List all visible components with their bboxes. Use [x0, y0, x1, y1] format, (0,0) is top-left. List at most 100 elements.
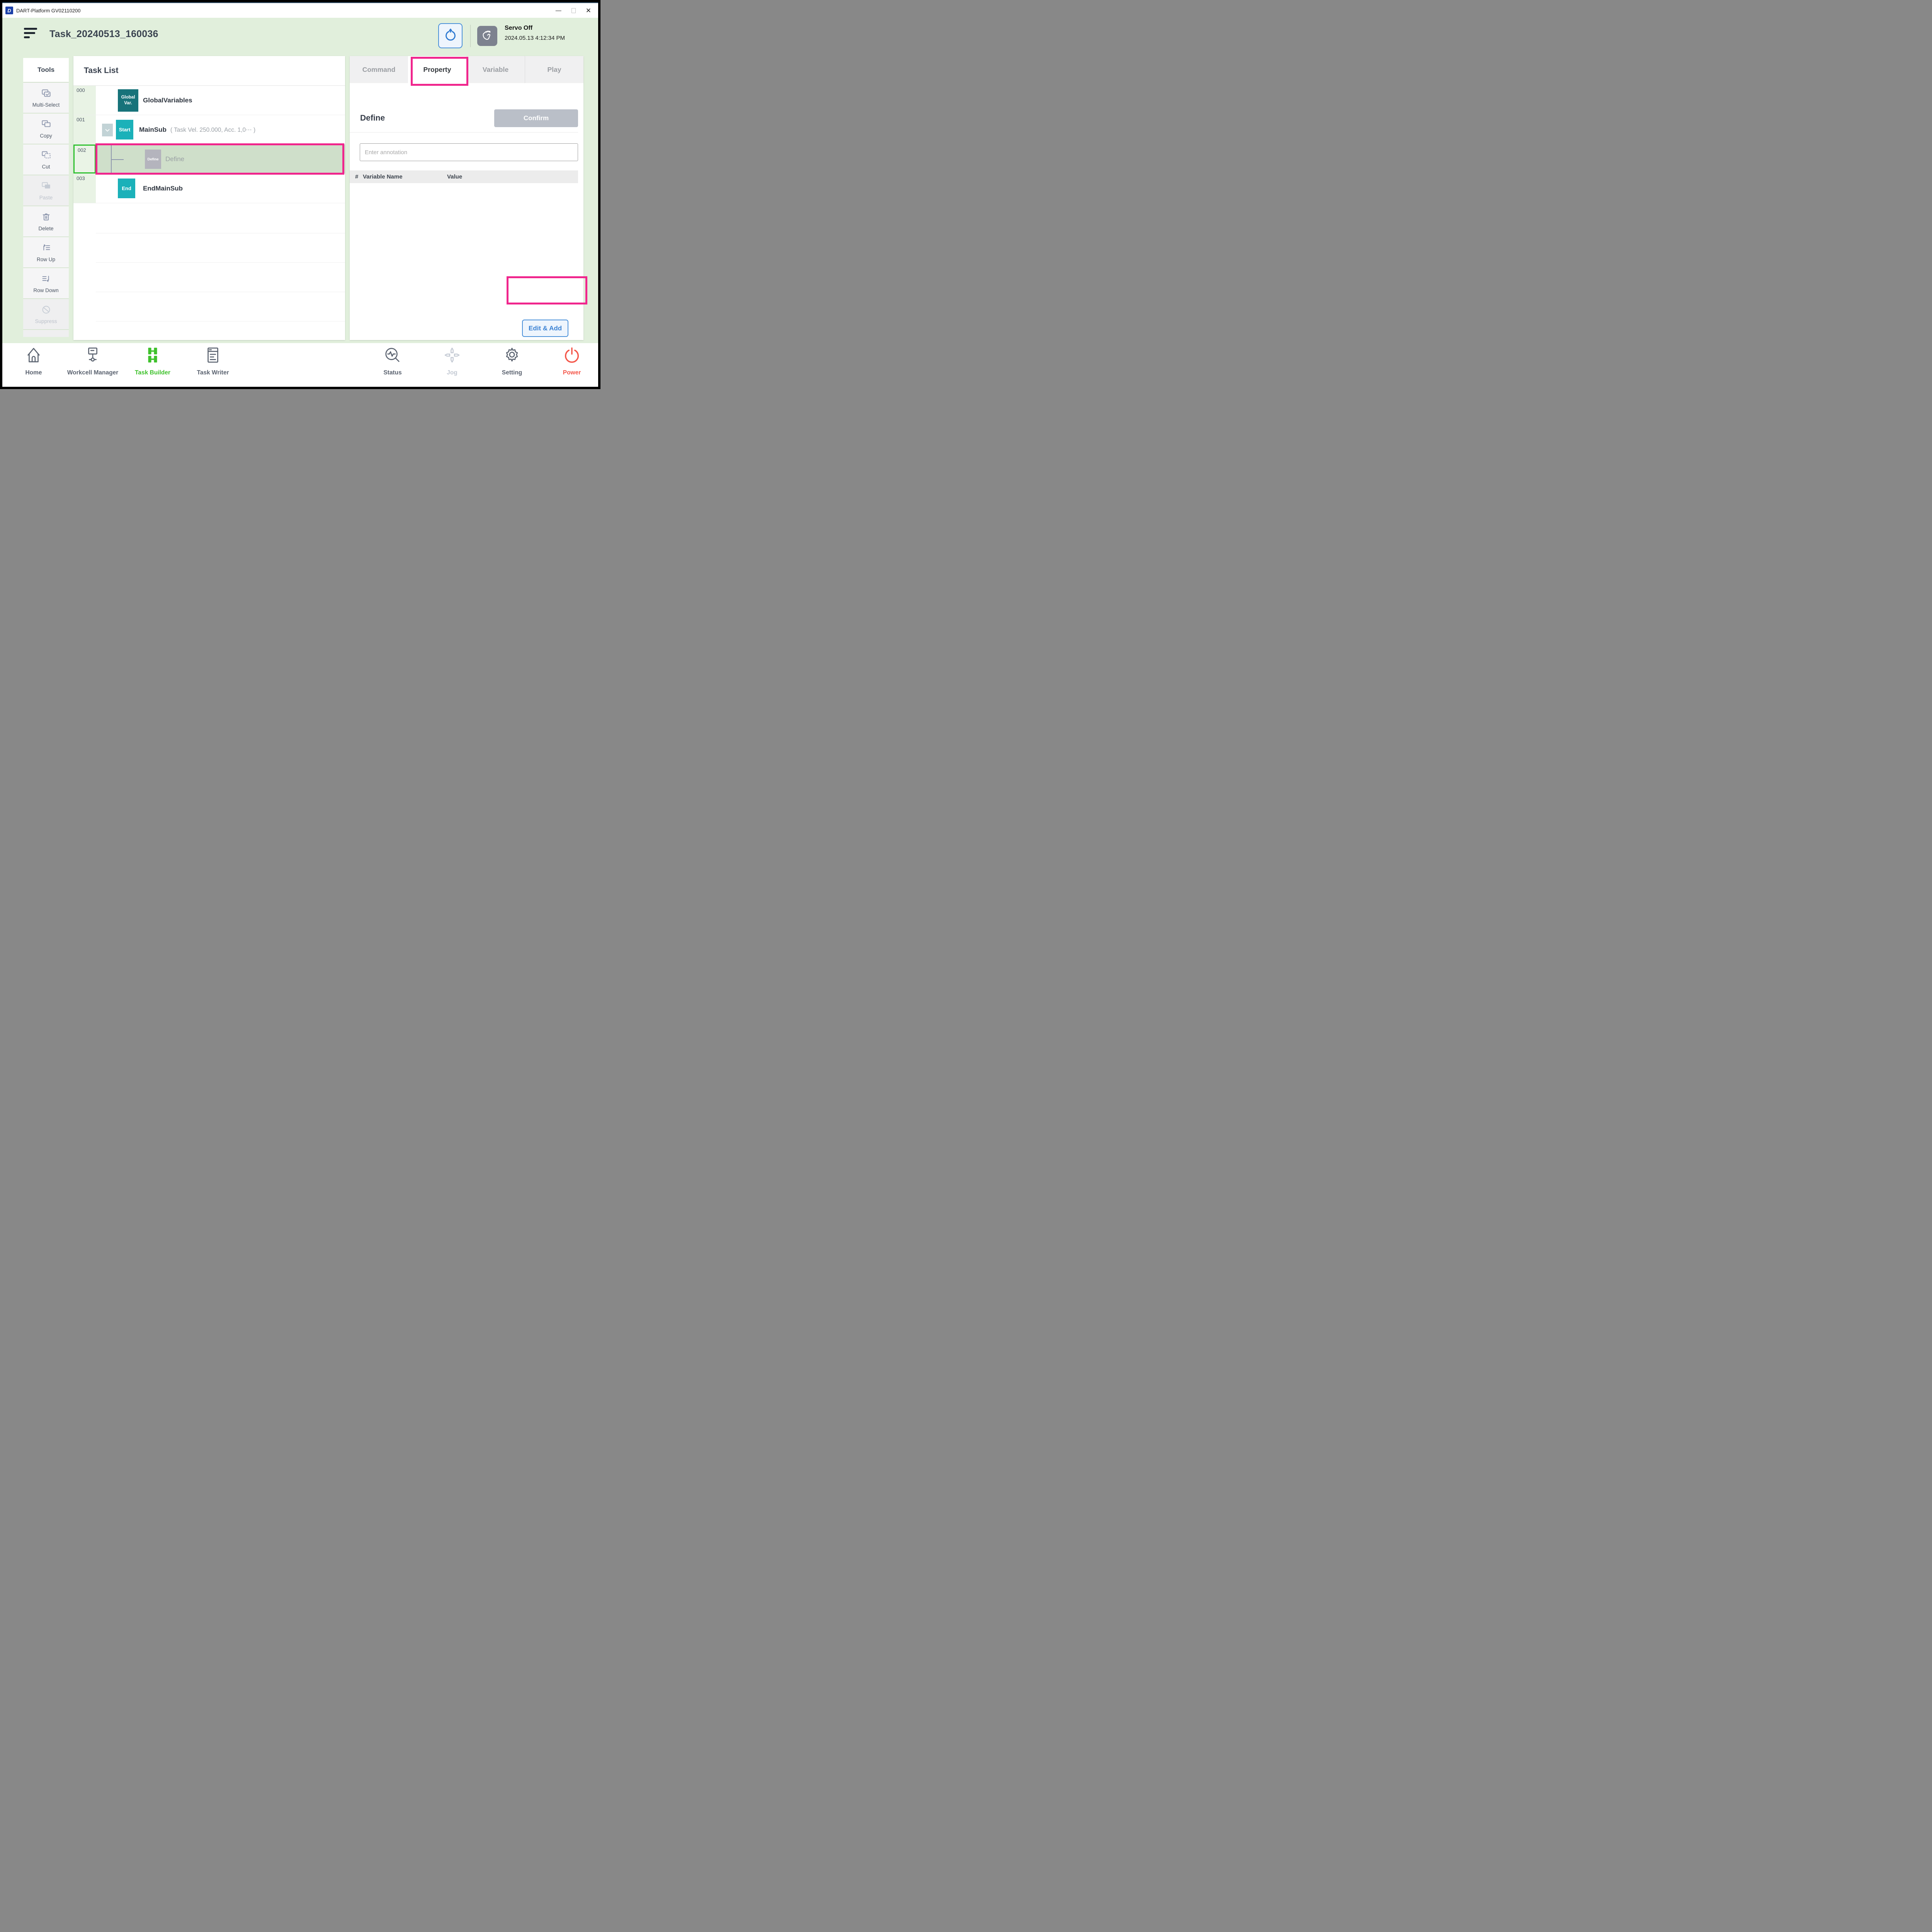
- header-divider: [470, 25, 471, 47]
- copy-button[interactable]: Copy: [23, 114, 69, 144]
- tools-panel-overflow: [23, 330, 69, 337]
- row-down-icon: [41, 274, 51, 286]
- application-window: D DART-Platform GV02110200 — ✕ Task_2024…: [0, 0, 600, 389]
- delete-button[interactable]: Delete: [23, 206, 69, 236]
- row-label: EndMainSub: [143, 185, 183, 192]
- global-var-badge: Global Var.: [118, 89, 138, 112]
- app-body: Task_20240513_160036: [2, 18, 598, 387]
- property-panel: Command Property Variable Play Define Co…: [350, 56, 583, 340]
- tools-title: Tools: [23, 58, 69, 82]
- annotation-input[interactable]: [360, 143, 578, 161]
- home-icon: [25, 346, 43, 366]
- maximize-icon[interactable]: [571, 8, 576, 13]
- gripper-icon: [443, 27, 458, 44]
- task-list-title: Task List: [73, 56, 345, 86]
- panel-tabs: Command Property Variable Play: [350, 56, 583, 83]
- tool-label: Cut: [42, 164, 50, 170]
- section-title: Define: [360, 109, 385, 127]
- robot-mode-button[interactable]: [438, 23, 463, 48]
- nav-home[interactable]: Home: [5, 346, 63, 376]
- tool-label: Multi-Select: [32, 102, 60, 108]
- status-icon: [384, 346, 401, 366]
- tool-label: Row Up: [37, 257, 55, 262]
- tab-property[interactable]: Property: [408, 56, 466, 83]
- define-badge: Define: [145, 150, 161, 169]
- row-down-button[interactable]: Row Down: [23, 268, 69, 298]
- nav-power[interactable]: Power: [543, 346, 598, 376]
- suppress-icon: [41, 304, 51, 317]
- nav-workcell-manager[interactable]: Workcell Manager: [64, 346, 122, 376]
- row-index: 003: [73, 174, 96, 203]
- tool-label: Suppress: [35, 318, 57, 324]
- edit-add-button[interactable]: Edit & Add: [522, 320, 568, 337]
- app-logo-icon: D: [5, 7, 13, 14]
- paste-icon: [41, 181, 51, 193]
- app-header: Task_20240513_160036: [2, 18, 598, 56]
- row-label: Define: [165, 155, 184, 163]
- highlight-edit-add: [507, 276, 587, 304]
- task-row-define[interactable]: 002 Define Define: [73, 145, 345, 174]
- nav-task-builder[interactable]: Task Builder: [124, 346, 182, 376]
- tab-variable[interactable]: Variable: [466, 56, 525, 83]
- row-up-button[interactable]: Row Up: [23, 237, 69, 267]
- row-label: GlobalVariables: [143, 97, 192, 104]
- tool-label: Delete: [38, 226, 53, 231]
- menu-icon[interactable]: [24, 28, 38, 41]
- minimize-icon[interactable]: —: [556, 8, 561, 14]
- tools-panel: Tools Multi-Select Copy: [23, 58, 69, 341]
- suppress-button[interactable]: Suppress: [23, 299, 69, 329]
- start-badge: Start: [116, 120, 133, 139]
- bottom-nav: Home Workcell Manager: [2, 343, 598, 387]
- multi-select-button[interactable]: Multi-Select: [23, 83, 69, 113]
- section-divider: [350, 132, 578, 133]
- jog-icon: [443, 346, 461, 366]
- cut-icon: [41, 150, 51, 162]
- power-icon: [563, 346, 581, 366]
- column-variable-name: Variable Name: [363, 173, 447, 180]
- row-index-selected: 002: [73, 145, 96, 173]
- servo-status: Servo Off: [505, 25, 565, 32]
- page-title: Task_20240513_160036: [49, 29, 158, 40]
- hand-icon: [481, 29, 494, 44]
- column-number: #: [350, 173, 363, 180]
- setting-icon: [503, 346, 521, 366]
- task-row-globalvariables[interactable]: 000 Global Var. GlobalVariables: [73, 86, 345, 115]
- tab-play[interactable]: Play: [525, 56, 583, 83]
- titlebar: D DART-Platform GV02110200 — ✕: [2, 2, 598, 18]
- cut-button[interactable]: Cut: [23, 145, 69, 175]
- timestamp: 2024.05.13 4:12:34 PM: [505, 35, 565, 41]
- column-value: Value: [447, 173, 462, 180]
- copy-icon: [41, 119, 51, 131]
- window-title: DART-Platform GV02110200: [16, 8, 556, 14]
- nav-status[interactable]: Status: [364, 346, 422, 376]
- variable-table-header: # Variable Name Value: [350, 170, 578, 183]
- workcell-manager-icon: [84, 346, 102, 366]
- nav-setting[interactable]: Setting: [483, 346, 541, 376]
- row-up-icon: [41, 243, 51, 255]
- manual-mode-badge[interactable]: [477, 26, 497, 46]
- tool-label: Row Down: [33, 287, 58, 293]
- row-index: 001: [73, 115, 96, 144]
- task-row-endmainsub[interactable]: 003 End EndMainSub: [73, 174, 345, 203]
- task-row-mainsub[interactable]: 001 Start MainSub( Task Vel. 250.000, Ac…: [73, 115, 345, 145]
- task-list-panel: Task List 000 Global Var. GlobalVariable…: [73, 56, 345, 340]
- row-label: MainSub( Task Vel. 250.000, Acc. 1,0⋯ ): [139, 126, 255, 134]
- empty-row-separator: [96, 262, 345, 263]
- row-index: 000: [73, 86, 96, 115]
- multi-select-icon: [41, 88, 51, 100]
- collapse-chevron-button[interactable]: [102, 124, 113, 136]
- nav-jog[interactable]: Jog: [423, 346, 481, 376]
- confirm-button[interactable]: Confirm: [494, 109, 578, 127]
- row-detail: ( Task Vel. 250.000, Acc. 1,0⋯ ): [170, 127, 255, 133]
- tool-label: Copy: [40, 133, 52, 139]
- paste-button[interactable]: Paste: [23, 175, 69, 206]
- close-icon[interactable]: ✕: [586, 7, 591, 14]
- end-badge: End: [118, 179, 135, 198]
- task-builder-icon: [144, 346, 162, 366]
- delete-icon: [41, 212, 51, 224]
- nav-task-writer[interactable]: Task Writer: [184, 346, 242, 376]
- tree-connector-branch: [112, 159, 124, 160]
- tool-label: Paste: [39, 195, 53, 201]
- tab-command[interactable]: Command: [350, 56, 408, 83]
- highlight-selected-row: [95, 143, 344, 175]
